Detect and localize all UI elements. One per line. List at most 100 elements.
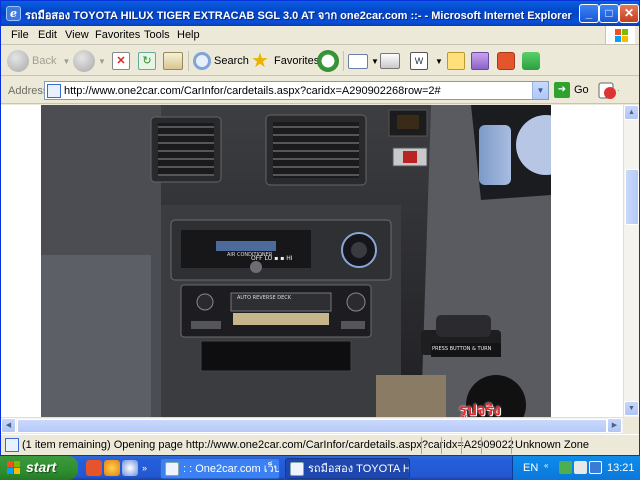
standard-toolbar: Back ▼ ▼ ✕ ↻ Search ★ Favorites ▼ W ▼	[1, 45, 639, 76]
search-label: Search	[214, 55, 249, 67]
stop-button[interactable]: ✕	[112, 49, 133, 73]
scroll-left-icon[interactable]: ◀	[1, 418, 16, 433]
print-icon	[380, 53, 400, 69]
home-button[interactable]	[163, 49, 186, 73]
title-bar[interactable]: e รถมือสอง TOYOTA HILUX TIGER EXTRACAB S…	[1, 1, 639, 26]
page-content: AIR CONDITIONER OFF LO ▪ ▪ HI AUTO REVER…	[1, 105, 623, 417]
chevron-down-icon[interactable]: ▼	[371, 57, 379, 66]
go-button[interactable]: ➜ Go	[554, 82, 589, 98]
status-bar: (1 item remaining) Opening page http://w…	[1, 434, 639, 455]
address-label: Address	[8, 85, 49, 97]
minimize-button[interactable]: _	[579, 4, 599, 23]
print-button[interactable]	[380, 49, 403, 73]
back-button[interactable]: Back ▼	[7, 49, 70, 73]
quicklaunch-app-icon[interactable]	[86, 460, 102, 476]
menu-help[interactable]: Help	[177, 29, 200, 41]
tray-volume-icon[interactable]	[589, 461, 602, 474]
links-button[interactable]: ▼	[597, 80, 624, 102]
clock[interactable]: 13:21	[607, 462, 635, 474]
maximize-button[interactable]: □	[599, 4, 619, 23]
home-icon	[163, 52, 183, 70]
chevron-down-icon[interactable]: ▼	[98, 57, 106, 66]
translate-icon: ▼	[598, 82, 624, 99]
quicklaunch-ie-icon[interactable]	[122, 460, 138, 476]
ie-icon: e	[6, 6, 21, 21]
chevron-down-icon[interactable]: ▼	[62, 57, 70, 66]
star-icon: ★	[251, 50, 269, 72]
menu-view[interactable]: View	[65, 29, 89, 41]
windows-flag-icon	[7, 461, 20, 474]
horizontal-scroll-thumb[interactable]	[17, 419, 607, 433]
page-loading-icon	[5, 438, 19, 452]
menu-tools[interactable]: Tools	[144, 29, 170, 41]
refresh-button[interactable]: ↻	[138, 49, 159, 73]
search-icon	[193, 52, 211, 70]
ie-page-icon	[290, 462, 304, 476]
tray-monitor-icon[interactable]	[574, 461, 587, 474]
vertical-scroll-thumb[interactable]	[625, 169, 639, 225]
menu-edit[interactable]: Edit	[38, 29, 57, 41]
favorites-label: Favorites	[274, 55, 320, 67]
taskbar-item-one2car[interactable]: : : One2car.com เว็บ...	[160, 458, 280, 479]
page-icon	[47, 84, 61, 98]
car-dashboard-photo: AIR CONDITIONER OFF LO ▪ ▪ HI AUTO REVER…	[41, 105, 551, 417]
window-title: รถมือสอง TOYOTA HILUX TIGER EXTRACAB SGL…	[25, 10, 572, 22]
taskbar: start » : : One2car.com เว็บ... รถมือสอง…	[0, 456, 640, 480]
discuss-button[interactable]	[447, 49, 468, 73]
back-arrow-icon	[7, 50, 29, 72]
mail-icon	[348, 53, 368, 69]
scroll-down-icon[interactable]: ▼	[624, 401, 639, 416]
scroll-right-icon[interactable]: ▶	[607, 418, 622, 433]
history-icon	[317, 50, 339, 72]
svg-text:▼: ▼	[617, 89, 619, 96]
task-label: : : One2car.com เว็บ...	[183, 463, 280, 475]
scroll-up-icon[interactable]: ▲	[624, 105, 639, 120]
chevron-down-icon[interactable]: ▼	[532, 82, 548, 99]
go-label: Go	[574, 84, 589, 96]
ie-page-icon	[165, 462, 179, 476]
start-label: start	[26, 459, 57, 475]
refresh-icon: ↻	[138, 52, 156, 70]
messenger-button[interactable]	[471, 49, 492, 73]
stop-icon: ✕	[112, 52, 130, 70]
taskbar-item-hilux[interactable]: รถมือสอง TOYOTA HI...	[285, 458, 410, 479]
menu-file[interactable]: File	[11, 29, 29, 41]
browser-window: e รถมือสอง TOYOTA HILUX TIGER EXTRACAB S…	[0, 0, 640, 456]
system-tray: EN « 13:21	[512, 456, 640, 480]
address-input[interactable]: http://www.one2car.com/CarInfor/cardetai…	[44, 81, 549, 100]
address-bar: Address http://www.one2car.com/CarInfor/…	[1, 77, 639, 104]
word-icon: W	[410, 52, 428, 70]
forward-arrow-icon	[73, 50, 95, 72]
chevron-down-icon[interactable]: ▼	[435, 57, 443, 66]
task-label: รถมือสอง TOYOTA HI...	[308, 463, 410, 475]
language-indicator[interactable]: EN	[523, 462, 538, 474]
quicklaunch-firefox-icon[interactable]	[104, 460, 120, 476]
windows-logo-icon	[605, 26, 635, 44]
address-url[interactable]: http://www.one2car.com/CarInfor/cardetai…	[64, 85, 441, 97]
horizontal-scrollbar[interactable]: ◀ ▶	[1, 417, 623, 433]
mail-button[interactable]: ▼	[348, 49, 379, 73]
go-arrow-icon: ➜	[554, 82, 570, 98]
people-button[interactable]	[522, 49, 543, 73]
quicklaunch-chevron-icon[interactable]: »	[142, 460, 150, 476]
tray-network-icon[interactable]	[559, 461, 572, 474]
history-button[interactable]	[317, 49, 342, 73]
tray-chevron-icon[interactable]: «	[544, 461, 548, 470]
forward-button[interactable]: ▼	[73, 49, 106, 73]
favorites-button[interactable]: ★ Favorites	[249, 49, 319, 73]
toolbar-extension-button[interactable]	[497, 49, 518, 73]
people-icon	[522, 52, 540, 70]
research-icon	[471, 52, 489, 70]
ac-fan-labels: OFF LO ▪ ▪ HI	[251, 255, 293, 262]
close-button[interactable]: ✕	[619, 4, 639, 23]
extension-icon	[497, 52, 515, 70]
radio-label: AUTO REVERSE DECK	[237, 295, 292, 301]
security-zone: Unknown Zone	[515, 439, 589, 451]
sticker-text: PRESS BUTTON & TURN	[432, 346, 492, 352]
menu-favorites[interactable]: Favorites	[95, 29, 140, 41]
search-button[interactable]: Search	[193, 49, 249, 73]
edit-button[interactable]: W ▼	[410, 49, 443, 73]
vertical-scrollbar[interactable]: ▲ ▼	[623, 105, 639, 417]
start-button[interactable]: start	[0, 456, 78, 480]
note-icon	[447, 52, 465, 70]
